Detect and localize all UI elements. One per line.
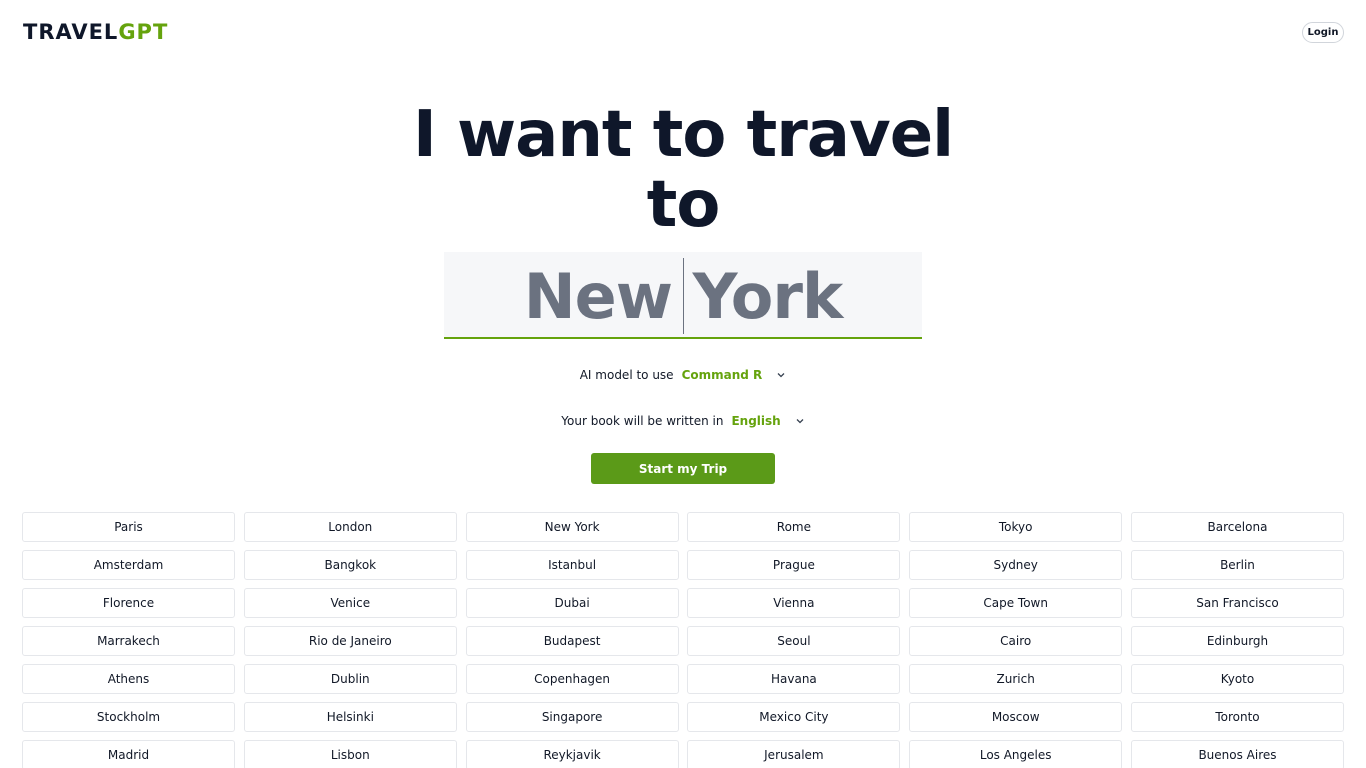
city-button[interactable]: Athens [22, 664, 235, 694]
city-button[interactable]: Cape Town [909, 588, 1123, 618]
logo[interactable]: TRAVELGPT [23, 19, 168, 45]
city-button[interactable]: Venice [243, 588, 457, 618]
city-button[interactable]: Dublin [243, 664, 457, 694]
city-button[interactable]: Jerusalem [687, 740, 901, 768]
city-button[interactable]: Florence [22, 588, 235, 618]
city-button[interactable]: Stockholm [22, 702, 235, 732]
city-grid: Paris London New York Rome Tokyo Barcelona Ams… [22, 512, 1344, 768]
city-button[interactable]: Los Angeles [909, 740, 1123, 768]
city-button[interactable]: Barcelona [1130, 512, 1344, 542]
language-select-label: Your book will be written in [561, 414, 724, 428]
logo-text-travel: TRAVEL [23, 20, 119, 44]
city-button[interactable]: Buenos Aires [1130, 740, 1344, 768]
city-button[interactable]: Prague [687, 550, 901, 580]
city-button[interactable]: Helsinki [243, 702, 457, 732]
city-button[interactable]: Dubai [465, 588, 679, 618]
city-button[interactable]: San Francisco [1130, 588, 1344, 618]
hero-headline: I want to travel to [412, 98, 954, 242]
city-button[interactable]: Rome [687, 512, 901, 542]
city-button[interactable]: Edinburgh [1130, 626, 1344, 656]
city-button[interactable]: Istanbul [465, 550, 679, 580]
city-button[interactable]: Rio de Janeiro [243, 626, 457, 656]
model-select-value[interactable]: Command R [682, 368, 763, 382]
city-button[interactable]: Zurich [909, 664, 1123, 694]
model-select-label: AI model to use [579, 368, 674, 382]
city-button[interactable]: Madrid [22, 740, 235, 768]
city-button[interactable]: Moscow [909, 702, 1123, 732]
city-button[interactable]: Berlin [1130, 550, 1344, 580]
city-button[interactable]: Reykjavik [465, 740, 679, 768]
city-button[interactable]: New York [465, 512, 679, 542]
chevron-down-icon[interactable] [795, 416, 805, 426]
language-select[interactable]: Your book will be written in English [0, 414, 1366, 428]
city-button[interactable]: Bangkok [243, 550, 457, 580]
text-caret [683, 258, 684, 334]
city-button[interactable]: Singapore [465, 702, 679, 732]
city-button[interactable]: Vienna [687, 588, 901, 618]
city-button[interactable]: Budapest [465, 626, 679, 656]
city-button[interactable]: Kyoto [1130, 664, 1344, 694]
city-button[interactable]: Mexico City [687, 702, 901, 732]
model-select[interactable]: AI model to use Command R [0, 368, 1366, 382]
city-button[interactable]: Copenhagen [465, 664, 679, 694]
city-button[interactable]: Cairo [909, 626, 1123, 656]
city-button[interactable]: Toronto [1130, 702, 1344, 732]
chevron-down-icon[interactable] [776, 370, 786, 380]
city-button[interactable]: Marrakech [22, 626, 235, 656]
start-trip-button[interactable]: Start my Trip [591, 453, 775, 484]
city-button[interactable]: Paris [22, 512, 235, 542]
city-button[interactable]: Amsterdam [22, 550, 235, 580]
page: TRAVELGPT Login I want to travel to AI m… [0, 0, 1366, 768]
city-button[interactable]: Sydney [909, 550, 1123, 580]
city-button[interactable]: Havana [687, 664, 901, 694]
language-select-value[interactable]: English [731, 414, 780, 428]
login-button[interactable]: Login [1302, 22, 1344, 43]
city-button[interactable]: London [243, 512, 457, 542]
city-button[interactable]: Lisbon [243, 740, 457, 768]
logo-text-gpt: GPT [118, 20, 169, 44]
city-button[interactable]: Tokyo [909, 512, 1123, 542]
city-button[interactable]: Seoul [687, 626, 901, 656]
